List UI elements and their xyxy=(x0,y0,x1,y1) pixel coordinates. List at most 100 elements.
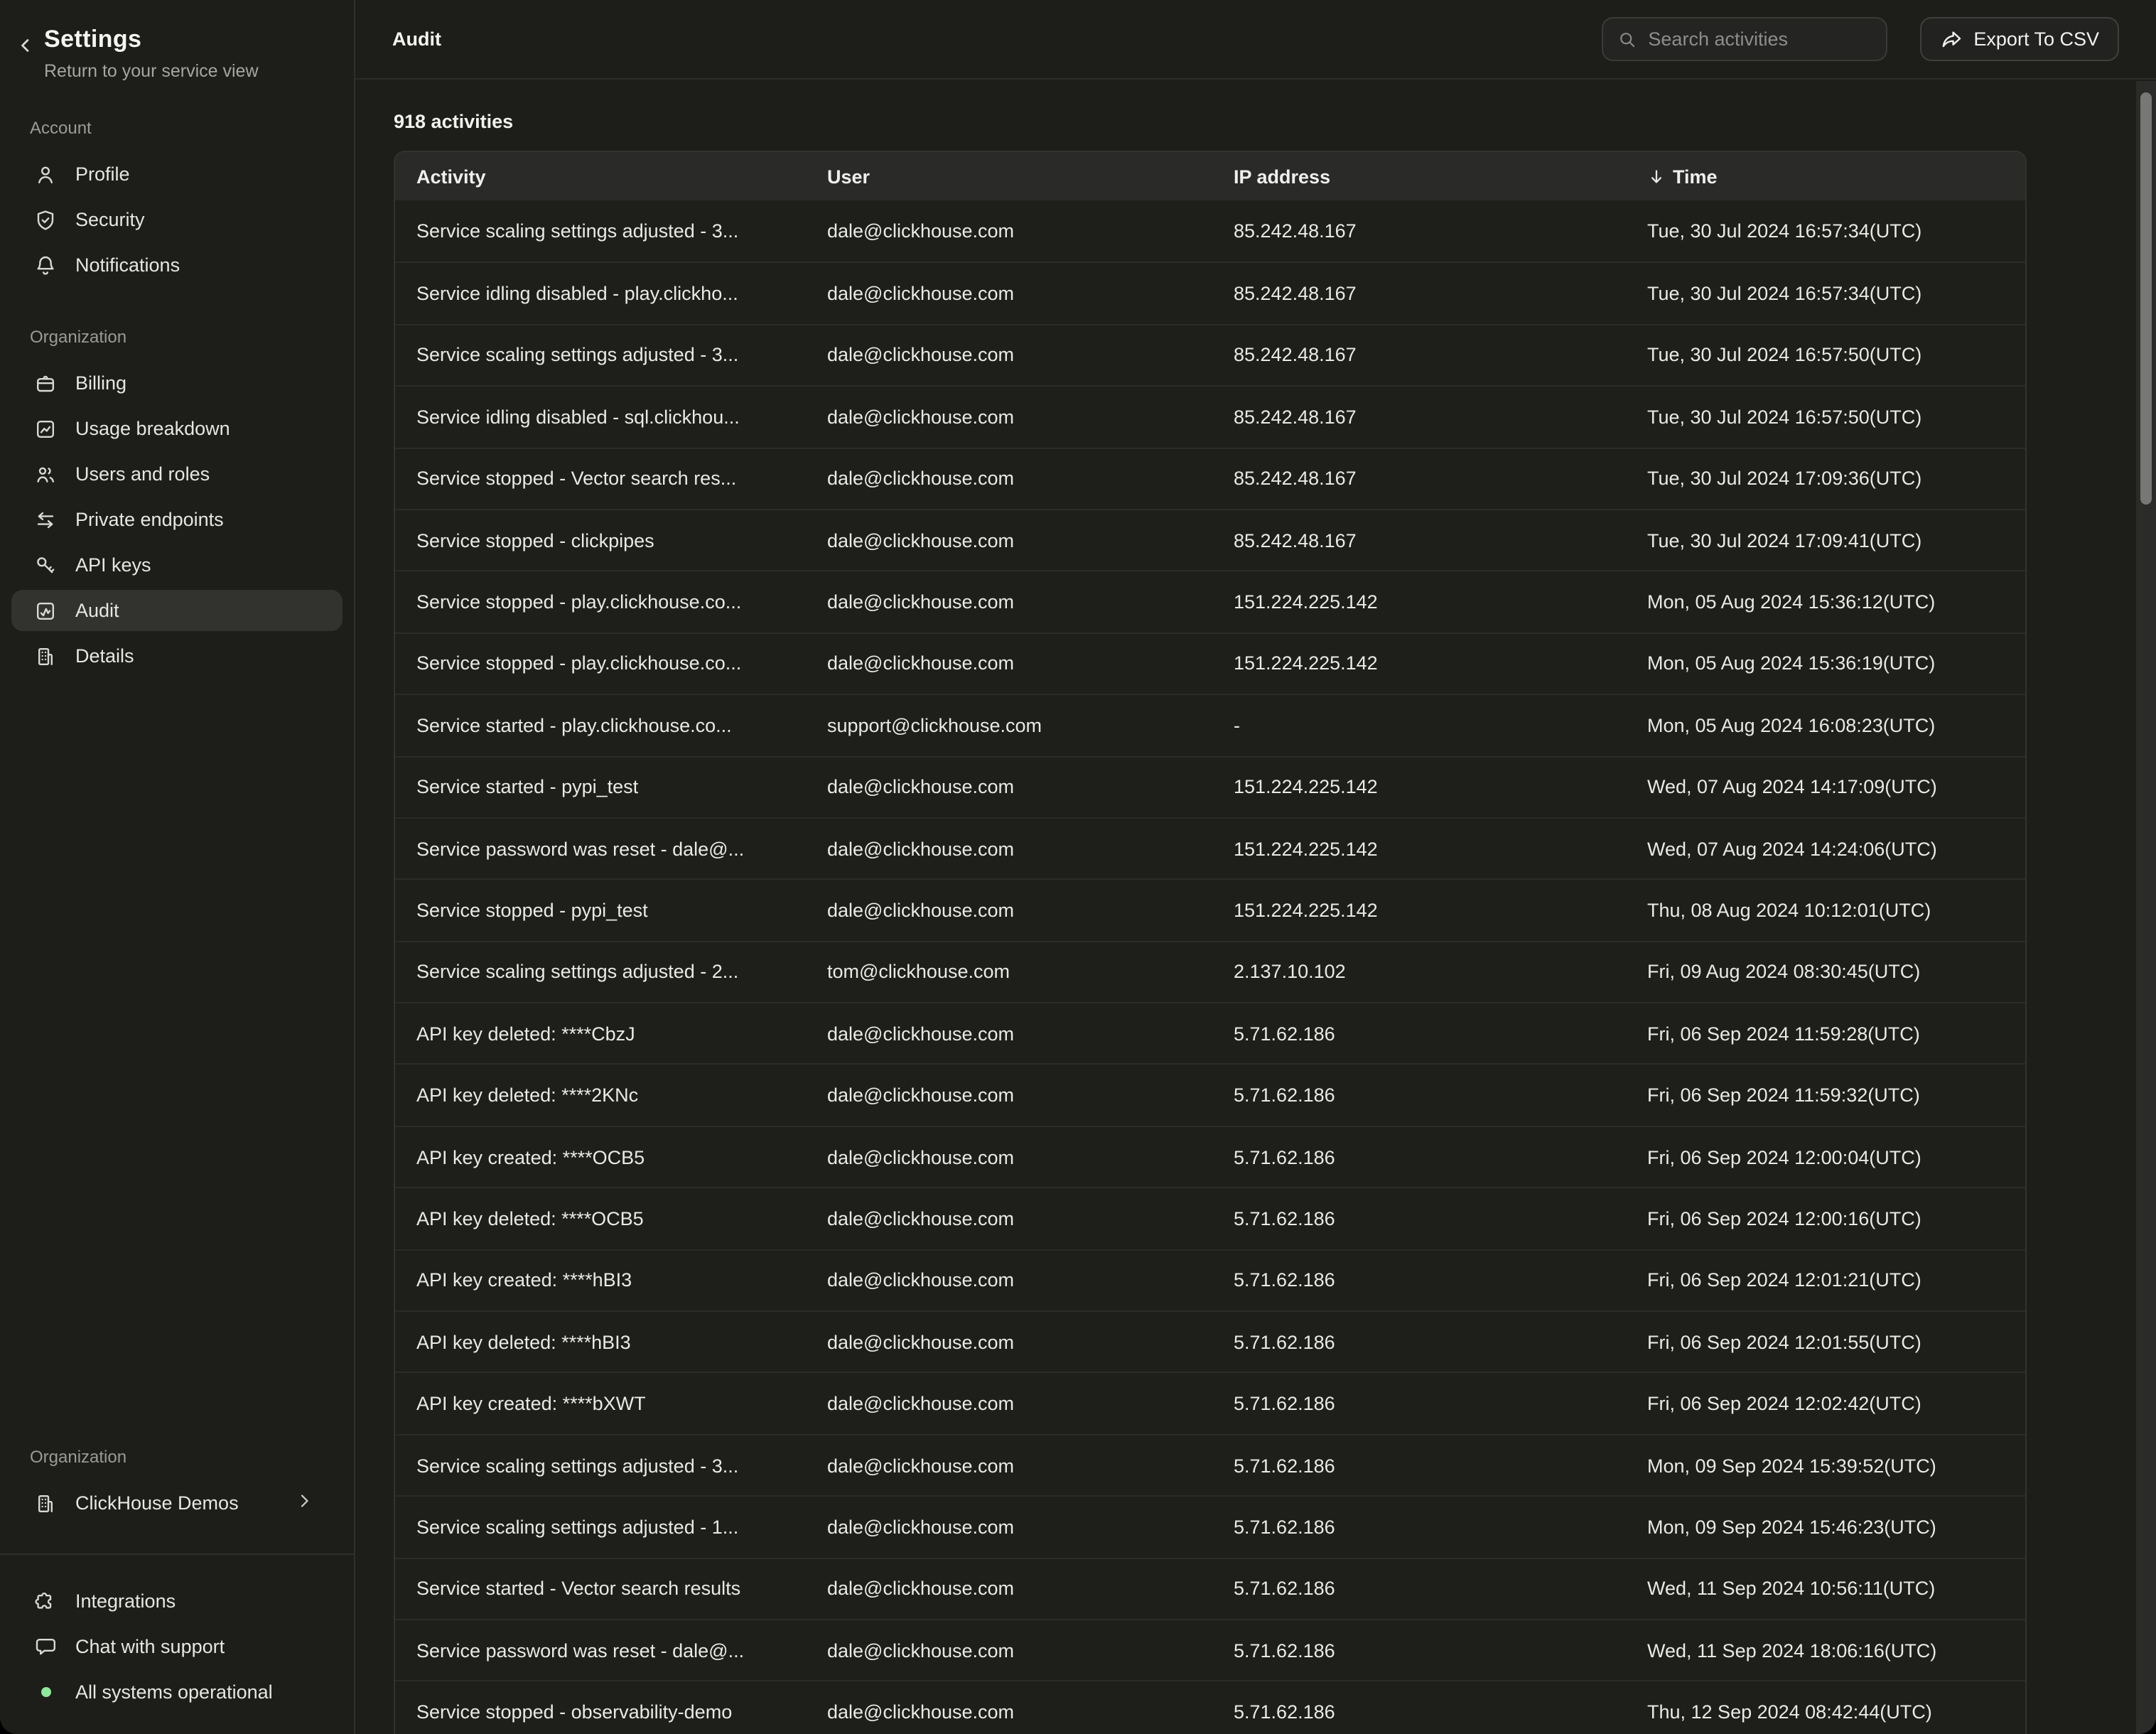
sidebar-section-account: Account Profile Security Notifications xyxy=(0,118,354,290)
cell-time: Tue, 30 Jul 2024 17:09:41(UTC) xyxy=(1626,529,2027,551)
cell-ip: 151.224.225.142 xyxy=(1212,591,1626,613)
cell-activity: Service password was reset - dale@... xyxy=(395,1639,806,1661)
cell-time: Fri, 09 Aug 2024 08:30:45(UTC) xyxy=(1626,962,2027,983)
cell-activity: Service scaling settings adjusted - 3... xyxy=(395,220,806,242)
sidebar-item-label: Billing xyxy=(75,372,126,394)
cell-activity: Service scaling settings adjusted - 1... xyxy=(395,1517,806,1538)
sidebar-item-private-endpoints[interactable]: Private endpoints xyxy=(11,499,343,540)
shield-icon xyxy=(34,208,57,231)
table-row: API key created: ****hBI3 dale@clickhous… xyxy=(395,1249,2025,1310)
table-row: Service scaling settings adjusted - 3...… xyxy=(395,324,2025,386)
cell-user: dale@clickhouse.com xyxy=(806,220,1212,242)
sidebar-footer: Integrations Chat with support All syste… xyxy=(0,1553,354,1734)
system-status[interactable]: All systems operational xyxy=(11,1671,343,1713)
cell-ip: 151.224.225.142 xyxy=(1212,653,1626,674)
back-button[interactable] xyxy=(17,36,34,61)
sidebar-item-integrations[interactable]: Integrations xyxy=(11,1580,343,1622)
column-header-user: User xyxy=(806,166,1212,187)
page-subtitle: Return to your service view xyxy=(44,61,259,81)
column-header-time[interactable]: Time xyxy=(1626,166,2027,187)
sidebar-item-security[interactable]: Security xyxy=(11,199,343,240)
cell-user: dale@clickhouse.com xyxy=(806,283,1212,304)
sidebar-item-api-keys[interactable]: API keys xyxy=(11,544,343,586)
cell-ip: 5.71.62.186 xyxy=(1212,1639,1626,1661)
cell-activity: Service scaling settings adjusted - 3... xyxy=(395,345,806,366)
cell-time: Mon, 05 Aug 2024 16:08:23(UTC) xyxy=(1626,715,2027,736)
sidebar-item-profile[interactable]: Profile xyxy=(11,154,343,195)
cell-user: dale@clickhouse.com xyxy=(806,1023,1212,1045)
table-row: Service idling disabled - sql.clickhou..… xyxy=(395,385,2025,447)
sidebar-item-notifications[interactable]: Notifications xyxy=(11,244,343,286)
cell-time: Mon, 09 Sep 2024 15:39:52(UTC) xyxy=(1626,1455,2027,1476)
cell-activity: Service stopped - pypi_test xyxy=(395,900,806,921)
table-row: Service stopped - play.clickhouse.co... … xyxy=(395,571,2025,632)
cell-activity: API key deleted: ****2KNc xyxy=(395,1084,806,1106)
table-row: Service started - Vector search results … xyxy=(395,1557,2025,1619)
table-row: Service scaling settings adjusted - 3...… xyxy=(395,1434,2025,1496)
org-switcher[interactable]: ClickHouse Demos xyxy=(11,1482,343,1524)
sidebar-item-label: Usage breakdown xyxy=(75,418,230,439)
sidebar-item-chat-support[interactable]: Chat with support xyxy=(11,1626,343,1667)
search-input[interactable] xyxy=(1648,28,1871,50)
sort-desc-arrow-icon xyxy=(1647,167,1666,185)
cell-activity: Service started - Vector search results xyxy=(395,1578,806,1600)
cell-activity: API key created: ****hBI3 xyxy=(395,1270,806,1291)
cell-ip: 5.71.62.186 xyxy=(1212,1517,1626,1538)
cell-time: Fri, 06 Sep 2024 12:00:04(UTC) xyxy=(1626,1146,2027,1168)
cell-ip: 2.137.10.102 xyxy=(1212,962,1626,983)
sidebar-item-audit[interactable]: Audit xyxy=(11,590,343,631)
sidebar-item-label: Chat with support xyxy=(75,1636,225,1657)
cell-time: Fri, 06 Sep 2024 12:02:42(UTC) xyxy=(1626,1393,2027,1414)
sidebar-item-usage-breakdown[interactable]: Usage breakdown xyxy=(11,408,343,449)
sidebar-item-label: Integrations xyxy=(75,1590,176,1612)
green-status-dot xyxy=(41,1687,50,1697)
table-row: Service password was reset - dale@... da… xyxy=(395,1619,2025,1681)
scrollbar-thumb[interactable] xyxy=(2140,92,2152,505)
cell-ip: 5.71.62.186 xyxy=(1212,1208,1626,1229)
cell-user: dale@clickhouse.com xyxy=(806,1578,1212,1600)
building-icon xyxy=(34,1492,57,1514)
cell-activity: Service idling disabled - sql.clickhou..… xyxy=(395,406,806,428)
cell-ip: 85.242.48.167 xyxy=(1212,406,1626,428)
cell-user: dale@clickhouse.com xyxy=(806,1455,1212,1476)
status-label: All systems operational xyxy=(75,1681,273,1703)
sidebar-item-label: Audit xyxy=(75,600,119,621)
table-row: Service password was reset - dale@... da… xyxy=(395,817,2025,879)
cell-ip: 85.242.48.167 xyxy=(1212,529,1626,551)
cell-activity: Service stopped - clickpipes xyxy=(395,529,806,551)
audit-content: 918 activities Activity User IP address … xyxy=(355,80,2156,1734)
table-row: Service scaling settings adjusted - 1...… xyxy=(395,1495,2025,1557)
sidebar-item-label: Details xyxy=(75,645,134,667)
users-icon xyxy=(34,463,57,485)
cell-user: dale@clickhouse.com xyxy=(806,1639,1212,1661)
cell-time: Wed, 11 Sep 2024 18:06:16(UTC) xyxy=(1626,1639,2027,1661)
cell-time: Mon, 09 Sep 2024 15:46:23(UTC) xyxy=(1626,1517,2027,1538)
column-header-activity: Activity xyxy=(395,166,806,187)
sidebar-item-details[interactable]: Details xyxy=(11,635,343,677)
cell-ip: 5.71.62.186 xyxy=(1212,1393,1626,1414)
cell-ip: 85.242.48.167 xyxy=(1212,468,1626,490)
user-icon xyxy=(34,163,57,185)
cell-activity: Service stopped - play.clickhouse.co... xyxy=(395,591,806,613)
table-row: Service stopped - pypi_test dale@clickho… xyxy=(395,879,2025,941)
cell-ip: 85.242.48.167 xyxy=(1212,345,1626,366)
chart-icon xyxy=(34,417,57,440)
audit-table: Activity User IP address Time Service sc… xyxy=(394,151,2027,1734)
export-csv-button[interactable]: Export To CSV xyxy=(1919,17,2119,61)
sidebar-item-label: Security xyxy=(75,209,145,230)
scrollbar-track[interactable] xyxy=(2136,81,2156,1734)
cell-ip: - xyxy=(1212,715,1626,736)
table-row: Service stopped - Vector search res... d… xyxy=(395,447,2025,509)
cell-user: dale@clickhouse.com xyxy=(806,1146,1212,1168)
cell-ip: 151.224.225.142 xyxy=(1212,838,1626,859)
sidebar-item-billing[interactable]: Billing xyxy=(11,362,343,404)
cell-time: Tue, 30 Jul 2024 16:57:50(UTC) xyxy=(1626,345,2027,366)
cell-activity: API key deleted: ****CbzJ xyxy=(395,1023,806,1045)
cell-time: Fri, 06 Sep 2024 11:59:32(UTC) xyxy=(1626,1084,2027,1106)
sidebar-item-users-and-roles[interactable]: Users and roles xyxy=(11,453,343,495)
cell-time: Thu, 08 Aug 2024 10:12:01(UTC) xyxy=(1626,900,2027,921)
search-icon xyxy=(1617,29,1637,49)
cell-time: Wed, 07 Aug 2024 14:24:06(UTC) xyxy=(1626,838,2027,859)
cell-user: dale@clickhouse.com xyxy=(806,345,1212,366)
section-label: Organization xyxy=(30,1447,354,1467)
